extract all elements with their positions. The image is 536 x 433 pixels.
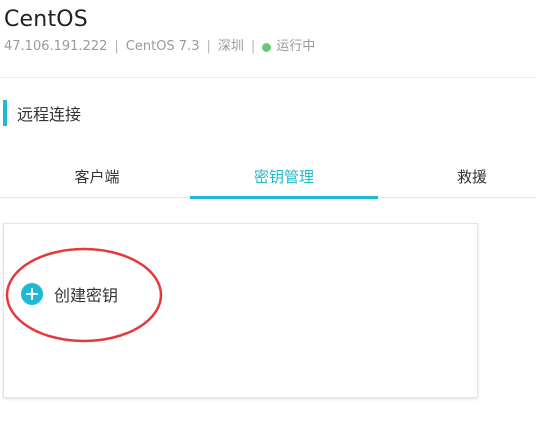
create-key-button[interactable]: 创建密钥: [21, 282, 118, 306]
server-os: CentOS 7.3: [125, 39, 200, 54]
meta-separator: |: [250, 39, 256, 54]
server-name: CentOS: [4, 7, 88, 32]
server-meta: 47.106.191.222 | CentOS 7.3 | 深圳 | 运行中: [4, 38, 315, 56]
server-header: CentOS 47.106.191.222 | CentOS 7.3 | 深圳 …: [4, 6, 315, 56]
create-key-label: 创建密钥: [54, 286, 119, 305]
server-ip: 47.106.191.222: [4, 39, 108, 54]
plus-circle-icon: [21, 283, 43, 305]
tab-key-management[interactable]: 密钥管理: [190, 155, 378, 199]
section-heading: 远程连接: [3, 100, 81, 126]
server-status: 运行中: [276, 39, 316, 54]
section-title: 远程连接: [17, 105, 82, 124]
meta-separator: |: [114, 39, 119, 54]
tab-bar: 客户端 密钥管理 救援: [0, 155, 536, 199]
tab-rescue[interactable]: 救援: [378, 155, 536, 198]
key-panel: [3, 223, 478, 398]
server-region: 深圳: [217, 39, 244, 54]
tab-client[interactable]: 客户端: [4, 155, 190, 198]
section-accent-bar: [3, 100, 7, 126]
header-divider: [0, 77, 536, 78]
meta-separator: |: [206, 39, 211, 54]
status-dot-icon: [262, 42, 272, 52]
